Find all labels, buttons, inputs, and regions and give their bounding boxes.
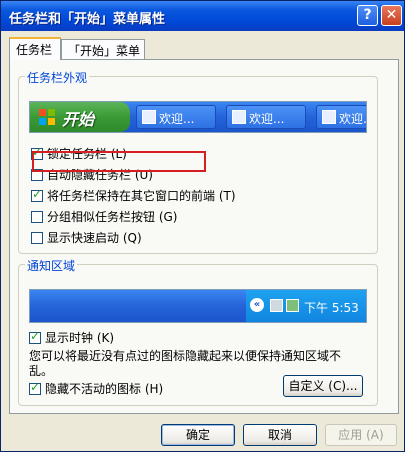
checkbox-box[interactable] [31, 232, 43, 244]
help-button[interactable]: ? [357, 5, 378, 26]
hide-inactive-checkbox[interactable]: 隐藏不活动的图标 (H) [29, 380, 163, 397]
checkbox-box[interactable] [31, 211, 43, 223]
task-button-preview: 欢迎... [226, 105, 306, 129]
checkbox-label: 隐藏不活动的图标 (H) [45, 382, 164, 396]
start-button-preview: 开始 [30, 102, 130, 132]
quick-launch-checkbox[interactable]: 显示快速启动 (Q) [31, 229, 142, 246]
checkbox-label: 分组相似任务栏按钮 (G) [47, 210, 178, 224]
highlight-box [32, 151, 206, 172]
tab-taskbar[interactable]: 任务栏 [9, 37, 61, 60]
window-icon [142, 110, 156, 124]
properties-dialog: 任务栏和「开始」菜单属性 ? ✕ 任务栏 「开始」菜单 任务栏外观 开始 欢迎.… [0, 0, 405, 452]
title-bar[interactable]: 任务栏和「开始」菜单属性 ? ✕ [1, 1, 404, 31]
window-title: 任务栏和「开始」菜单属性 [9, 12, 166, 27]
tab-panel: 任务栏外观 开始 欢迎... 欢迎... 欢迎. ✓锁定任务栏 (L) 自动隐藏… [9, 59, 399, 414]
cancel-button[interactable]: 取消 [243, 424, 317, 446]
start-label: 开始 [62, 110, 95, 129]
windows-flag-icon [39, 109, 55, 125]
taskbar-preview: 开始 欢迎... 欢迎... 欢迎... [29, 101, 367, 133]
keep-on-top-checkbox[interactable]: 将任务栏保持在其它窗口的前端 (T) [31, 187, 236, 204]
close-button[interactable]: ✕ [381, 5, 402, 26]
checkbox-label: 显示快速启动 (Q) [47, 231, 142, 245]
task-button-preview: 欢迎... [316, 105, 367, 129]
task-label: 欢迎... [339, 112, 367, 126]
apply-button[interactable]: 应用 (A) [325, 424, 397, 446]
show-clock-checkbox[interactable]: 显示时钟 (K) [29, 329, 114, 346]
checkbox-box[interactable] [29, 329, 41, 344]
task-label: 欢迎... [159, 112, 195, 126]
volume-icon [286, 299, 299, 312]
checkbox-box[interactable] [29, 380, 41, 395]
checkbox-box[interactable] [31, 187, 43, 202]
appearance-legend: 任务栏外观 [25, 69, 90, 86]
clock-text: 下午 5:53 [304, 301, 359, 315]
task-button-preview: 欢迎... [136, 105, 216, 129]
system-tray-preview: « 下午 5:53 [246, 290, 366, 322]
chevron-left-icon: « [250, 298, 264, 312]
task-label: 欢迎... [249, 112, 285, 126]
group-buttons-checkbox[interactable]: 分组相似任务栏按钮 (G) [31, 208, 177, 225]
window-icon [322, 110, 336, 124]
checkbox-label: 显示时钟 (K) [45, 331, 115, 345]
notification-legend: 通知区域 [25, 257, 78, 274]
notification-preview: « 下午 5:53 [29, 289, 367, 323]
window-icon [232, 110, 246, 124]
notification-area-group: 通知区域 « 下午 5:53 显示时钟 (K) 您可以将最近没有点过的图标隐藏起… [18, 257, 378, 406]
network-icon [270, 299, 283, 312]
checkbox-label: 将任务栏保持在其它窗口的前端 (T) [47, 189, 236, 203]
ok-button[interactable]: 确定 [161, 424, 235, 446]
tab-start-menu[interactable]: 「开始」菜单 [61, 39, 145, 59]
customize-button[interactable]: 自定义 (C)... [283, 375, 363, 397]
